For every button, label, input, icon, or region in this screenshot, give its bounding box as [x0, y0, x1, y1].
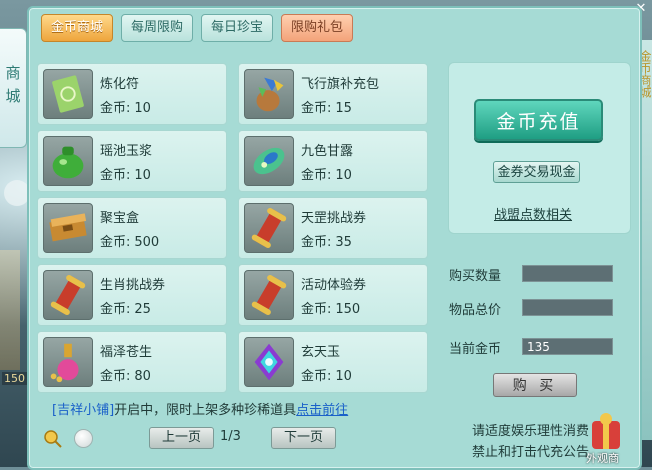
item-price: 金币: 35: [301, 231, 352, 250]
shop-panel: 金币商城 每周限购 每日珍宝 限购礼包 炼化符 金币: 10 飞行旗补充包 金币:…: [27, 6, 642, 470]
tab-weekly-limited[interactable]: 每周限购: [121, 14, 194, 42]
disclaimer-line2[interactable]: 禁止和打击代充公告: [472, 441, 589, 460]
item-card[interactable]: 炼化符 金币: 10: [37, 63, 227, 125]
item-card[interactable]: 玄天玉 金币: 10: [238, 331, 428, 393]
scroll-icon: [244, 270, 294, 320]
item-name: 九色甘露: [301, 144, 354, 159]
jade-crystal-icon: [244, 337, 294, 387]
item-name: 活动体验券: [301, 278, 367, 293]
item-price: 金币: 10: [301, 365, 352, 384]
notice-shop-name[interactable]: [吉祥小铺]: [52, 403, 114, 418]
item-card[interactable]: 福泽苍生 金币: 80: [37, 331, 227, 393]
price-label: 金币:: [301, 235, 332, 250]
jade-pot-icon: [43, 136, 93, 186]
item-card[interactable]: 活动体验券 金币: 150: [238, 264, 428, 326]
price-value: 150: [335, 302, 361, 317]
side-title-tab[interactable]: 商城: [0, 28, 27, 148]
prev-page-button[interactable]: 上一页: [149, 427, 214, 449]
item-price: 金币: 25: [100, 298, 151, 317]
scroll-icon: [43, 270, 93, 320]
talisman-icon: [43, 69, 93, 119]
item-card[interactable]: 瑶池玉浆 金币: 10: [37, 130, 227, 192]
price-value: 10: [335, 369, 352, 384]
item-price: 金币: 500: [100, 231, 159, 250]
gourd-icon: [43, 337, 93, 387]
item-card[interactable]: 聚宝盒 金币: 500: [37, 197, 227, 259]
leaf-gem-icon: [244, 136, 294, 186]
item-card[interactable]: 生肖挑战券 金币: 25: [37, 264, 227, 326]
price-value: 15: [335, 101, 352, 116]
item-name: 生肖挑战券: [100, 278, 166, 293]
qty-label: 购买数量: [449, 269, 502, 284]
buy-button[interactable]: 购 买: [493, 373, 577, 397]
item-price: 金币: 150: [301, 298, 360, 317]
disclaimer-line1: 请适度娱乐理性消费: [472, 424, 590, 439]
price-value: 10: [134, 101, 151, 116]
qty-input[interactable]: [522, 265, 613, 282]
left-badge: 150: [2, 372, 27, 385]
notice-text: 开启中，限时上架多种珍稀道具: [114, 403, 297, 418]
item-grid: 炼化符 金币: 10 飞行旗补充包 金币: 15 瑶池玉浆 金币: 10 九色甘露 金…: [37, 63, 442, 393]
tab-limited-gift[interactable]: 限购礼包: [281, 14, 354, 42]
item-price: 金币: 10: [301, 164, 352, 183]
tab-daily-treasure[interactable]: 每日珍宝: [201, 14, 274, 42]
price-label: 金币:: [301, 302, 332, 317]
item-name: 聚宝盒: [100, 211, 140, 226]
price-label: 金币:: [100, 302, 131, 317]
total-field: [522, 299, 613, 316]
price-label: 金币:: [301, 369, 332, 384]
item-name: 福泽苍生: [100, 345, 153, 360]
item-name: 天罡挑战券: [301, 211, 367, 226]
price-label: 金币:: [100, 235, 131, 250]
notice-link[interactable]: 点击前往: [296, 403, 348, 418]
toggle-dot[interactable]: [74, 429, 93, 448]
price-label: 金币:: [301, 168, 332, 183]
tab-gold-shop[interactable]: 金币商城: [41, 14, 114, 42]
coin-search-icon[interactable]: [43, 429, 63, 449]
page-indicator: 1/3: [220, 429, 241, 444]
item-name: 炼化符: [100, 77, 140, 92]
treasure-box-icon: [43, 203, 93, 253]
price-label: 金币:: [100, 369, 131, 384]
shop-notice: [吉祥小铺]开启中，限时上架多种珍稀道具点击前往: [52, 399, 348, 418]
item-card[interactable]: 天罡挑战券 金币: 35: [238, 197, 428, 259]
current-gold-label: 当前金币: [449, 342, 502, 357]
price-value: 10: [134, 168, 151, 183]
current-gold-value: 135: [522, 338, 613, 355]
price-label: 金币:: [100, 168, 131, 183]
item-price: 金币: 15: [301, 97, 352, 116]
price-label: 金币:: [301, 101, 332, 116]
tab-bar: 金币商城 每周限购 每日珍宝 限购礼包: [41, 14, 354, 42]
price-value: 80: [134, 369, 151, 384]
left-scene-decoration: [0, 250, 20, 370]
price-value: 10: [335, 168, 352, 183]
item-name: 飞行旗补充包: [301, 77, 380, 92]
item-name: 瑶池玉浆: [100, 144, 153, 159]
flag-bag-icon: [244, 69, 294, 119]
price-value: 500: [134, 235, 160, 250]
item-card[interactable]: 飞行旗补充包 金币: 15: [238, 63, 428, 125]
alliance-points-link[interactable]: 战盟点数相关: [494, 204, 572, 223]
price-label: 金币:: [100, 101, 131, 116]
total-label: 物品总价: [449, 303, 502, 318]
appearance-shop-label[interactable]: 外观商: [586, 450, 619, 466]
price-value: 35: [335, 235, 352, 250]
scroll-icon: [244, 203, 294, 253]
item-price: 金币: 10: [100, 97, 151, 116]
item-card[interactable]: 九色甘露 金币: 10: [238, 130, 428, 192]
price-value: 25: [134, 302, 151, 317]
item-price: 金币: 10: [100, 164, 151, 183]
item-price: 金币: 80: [100, 365, 151, 384]
next-page-button[interactable]: 下一页: [271, 427, 336, 449]
exchange-button[interactable]: 金券交易现金: [493, 161, 580, 183]
recharge-button[interactable]: 金币充值: [474, 99, 603, 141]
item-name: 玄天玉: [301, 345, 341, 360]
